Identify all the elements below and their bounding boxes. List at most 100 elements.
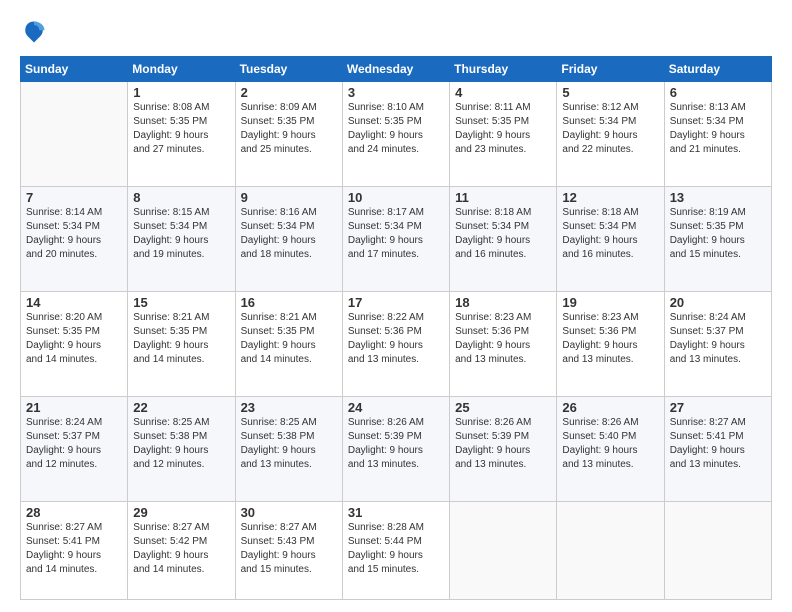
day-number: 24 [348, 400, 444, 415]
day-number: 26 [562, 400, 658, 415]
calendar-cell: 26Sunrise: 8:26 AM Sunset: 5:40 PM Dayli… [557, 397, 664, 502]
day-info: Sunrise: 8:14 AM Sunset: 5:34 PM Dayligh… [26, 206, 122, 262]
logo-icon [20, 18, 48, 46]
weekday-header-thursday: Thursday [450, 57, 557, 82]
weekday-header-wednesday: Wednesday [342, 57, 449, 82]
calendar-week-4: 28Sunrise: 8:27 AM Sunset: 5:41 PM Dayli… [21, 502, 772, 600]
day-number: 31 [348, 505, 444, 520]
calendar-cell: 15Sunrise: 8:21 AM Sunset: 5:35 PM Dayli… [128, 292, 235, 397]
calendar-cell: 17Sunrise: 8:22 AM Sunset: 5:36 PM Dayli… [342, 292, 449, 397]
calendar-cell: 21Sunrise: 8:24 AM Sunset: 5:37 PM Dayli… [21, 397, 128, 502]
day-number: 20 [670, 295, 766, 310]
day-number: 4 [455, 85, 551, 100]
day-info: Sunrise: 8:27 AM Sunset: 5:43 PM Dayligh… [241, 521, 337, 577]
calendar-cell: 27Sunrise: 8:27 AM Sunset: 5:41 PM Dayli… [664, 397, 771, 502]
day-info: Sunrise: 8:08 AM Sunset: 5:35 PM Dayligh… [133, 101, 229, 157]
calendar-cell: 18Sunrise: 8:23 AM Sunset: 5:36 PM Dayli… [450, 292, 557, 397]
calendar-week-3: 21Sunrise: 8:24 AM Sunset: 5:37 PM Dayli… [21, 397, 772, 502]
calendar-cell: 22Sunrise: 8:25 AM Sunset: 5:38 PM Dayli… [128, 397, 235, 502]
day-info: Sunrise: 8:09 AM Sunset: 5:35 PM Dayligh… [241, 101, 337, 157]
day-info: Sunrise: 8:22 AM Sunset: 5:36 PM Dayligh… [348, 311, 444, 367]
calendar-cell: 16Sunrise: 8:21 AM Sunset: 5:35 PM Dayli… [235, 292, 342, 397]
calendar-cell: 20Sunrise: 8:24 AM Sunset: 5:37 PM Dayli… [664, 292, 771, 397]
calendar-table: SundayMondayTuesdayWednesdayThursdayFrid… [20, 56, 772, 600]
day-number: 18 [455, 295, 551, 310]
calendar-cell: 1Sunrise: 8:08 AM Sunset: 5:35 PM Daylig… [128, 82, 235, 187]
day-info: Sunrise: 8:27 AM Sunset: 5:42 PM Dayligh… [133, 521, 229, 577]
calendar-cell: 10Sunrise: 8:17 AM Sunset: 5:34 PM Dayli… [342, 187, 449, 292]
day-number: 7 [26, 190, 122, 205]
day-number: 30 [241, 505, 337, 520]
day-number: 22 [133, 400, 229, 415]
calendar-cell: 25Sunrise: 8:26 AM Sunset: 5:39 PM Dayli… [450, 397, 557, 502]
day-info: Sunrise: 8:16 AM Sunset: 5:34 PM Dayligh… [241, 206, 337, 262]
calendar-cell: 30Sunrise: 8:27 AM Sunset: 5:43 PM Dayli… [235, 502, 342, 600]
weekday-header-tuesday: Tuesday [235, 57, 342, 82]
day-number: 9 [241, 190, 337, 205]
day-info: Sunrise: 8:25 AM Sunset: 5:38 PM Dayligh… [241, 416, 337, 472]
calendar-cell: 2Sunrise: 8:09 AM Sunset: 5:35 PM Daylig… [235, 82, 342, 187]
day-number: 2 [241, 85, 337, 100]
weekday-header-saturday: Saturday [664, 57, 771, 82]
header [20, 18, 772, 46]
day-number: 8 [133, 190, 229, 205]
calendar-cell: 5Sunrise: 8:12 AM Sunset: 5:34 PM Daylig… [557, 82, 664, 187]
calendar-week-1: 7Sunrise: 8:14 AM Sunset: 5:34 PM Daylig… [21, 187, 772, 292]
weekday-header-friday: Friday [557, 57, 664, 82]
day-number: 16 [241, 295, 337, 310]
day-info: Sunrise: 8:12 AM Sunset: 5:34 PM Dayligh… [562, 101, 658, 157]
day-number: 17 [348, 295, 444, 310]
day-info: Sunrise: 8:19 AM Sunset: 5:35 PM Dayligh… [670, 206, 766, 262]
calendar-cell: 28Sunrise: 8:27 AM Sunset: 5:41 PM Dayli… [21, 502, 128, 600]
day-number: 10 [348, 190, 444, 205]
day-info: Sunrise: 8:27 AM Sunset: 5:41 PM Dayligh… [26, 521, 122, 577]
calendar-cell: 13Sunrise: 8:19 AM Sunset: 5:35 PM Dayli… [664, 187, 771, 292]
calendar-cell [664, 502, 771, 600]
calendar-cell: 11Sunrise: 8:18 AM Sunset: 5:34 PM Dayli… [450, 187, 557, 292]
day-number: 13 [670, 190, 766, 205]
day-info: Sunrise: 8:11 AM Sunset: 5:35 PM Dayligh… [455, 101, 551, 157]
day-number: 27 [670, 400, 766, 415]
calendar-cell: 31Sunrise: 8:28 AM Sunset: 5:44 PM Dayli… [342, 502, 449, 600]
calendar-cell: 24Sunrise: 8:26 AM Sunset: 5:39 PM Dayli… [342, 397, 449, 502]
calendar-cell: 12Sunrise: 8:18 AM Sunset: 5:34 PM Dayli… [557, 187, 664, 292]
page: SundayMondayTuesdayWednesdayThursdayFrid… [0, 0, 792, 612]
day-number: 21 [26, 400, 122, 415]
weekday-header-monday: Monday [128, 57, 235, 82]
day-info: Sunrise: 8:23 AM Sunset: 5:36 PM Dayligh… [562, 311, 658, 367]
day-number: 1 [133, 85, 229, 100]
day-info: Sunrise: 8:15 AM Sunset: 5:34 PM Dayligh… [133, 206, 229, 262]
day-info: Sunrise: 8:20 AM Sunset: 5:35 PM Dayligh… [26, 311, 122, 367]
day-info: Sunrise: 8:18 AM Sunset: 5:34 PM Dayligh… [455, 206, 551, 262]
calendar-cell: 6Sunrise: 8:13 AM Sunset: 5:34 PM Daylig… [664, 82, 771, 187]
day-info: Sunrise: 8:28 AM Sunset: 5:44 PM Dayligh… [348, 521, 444, 577]
day-info: Sunrise: 8:13 AM Sunset: 5:34 PM Dayligh… [670, 101, 766, 157]
logo [20, 18, 52, 46]
calendar-week-2: 14Sunrise: 8:20 AM Sunset: 5:35 PM Dayli… [21, 292, 772, 397]
day-info: Sunrise: 8:27 AM Sunset: 5:41 PM Dayligh… [670, 416, 766, 472]
day-number: 23 [241, 400, 337, 415]
calendar-cell: 4Sunrise: 8:11 AM Sunset: 5:35 PM Daylig… [450, 82, 557, 187]
calendar-cell: 23Sunrise: 8:25 AM Sunset: 5:38 PM Dayli… [235, 397, 342, 502]
day-number: 6 [670, 85, 766, 100]
day-info: Sunrise: 8:17 AM Sunset: 5:34 PM Dayligh… [348, 206, 444, 262]
day-number: 25 [455, 400, 551, 415]
calendar-cell: 9Sunrise: 8:16 AM Sunset: 5:34 PM Daylig… [235, 187, 342, 292]
day-number: 14 [26, 295, 122, 310]
day-number: 15 [133, 295, 229, 310]
calendar-cell [450, 502, 557, 600]
calendar-cell: 3Sunrise: 8:10 AM Sunset: 5:35 PM Daylig… [342, 82, 449, 187]
calendar-cell: 7Sunrise: 8:14 AM Sunset: 5:34 PM Daylig… [21, 187, 128, 292]
day-info: Sunrise: 8:26 AM Sunset: 5:39 PM Dayligh… [455, 416, 551, 472]
day-info: Sunrise: 8:10 AM Sunset: 5:35 PM Dayligh… [348, 101, 444, 157]
day-info: Sunrise: 8:24 AM Sunset: 5:37 PM Dayligh… [26, 416, 122, 472]
day-info: Sunrise: 8:21 AM Sunset: 5:35 PM Dayligh… [241, 311, 337, 367]
calendar-cell: 29Sunrise: 8:27 AM Sunset: 5:42 PM Dayli… [128, 502, 235, 600]
day-info: Sunrise: 8:26 AM Sunset: 5:39 PM Dayligh… [348, 416, 444, 472]
weekday-header-sunday: Sunday [21, 57, 128, 82]
day-number: 19 [562, 295, 658, 310]
calendar-cell: 14Sunrise: 8:20 AM Sunset: 5:35 PM Dayli… [21, 292, 128, 397]
day-info: Sunrise: 8:25 AM Sunset: 5:38 PM Dayligh… [133, 416, 229, 472]
day-info: Sunrise: 8:18 AM Sunset: 5:34 PM Dayligh… [562, 206, 658, 262]
calendar-cell [21, 82, 128, 187]
